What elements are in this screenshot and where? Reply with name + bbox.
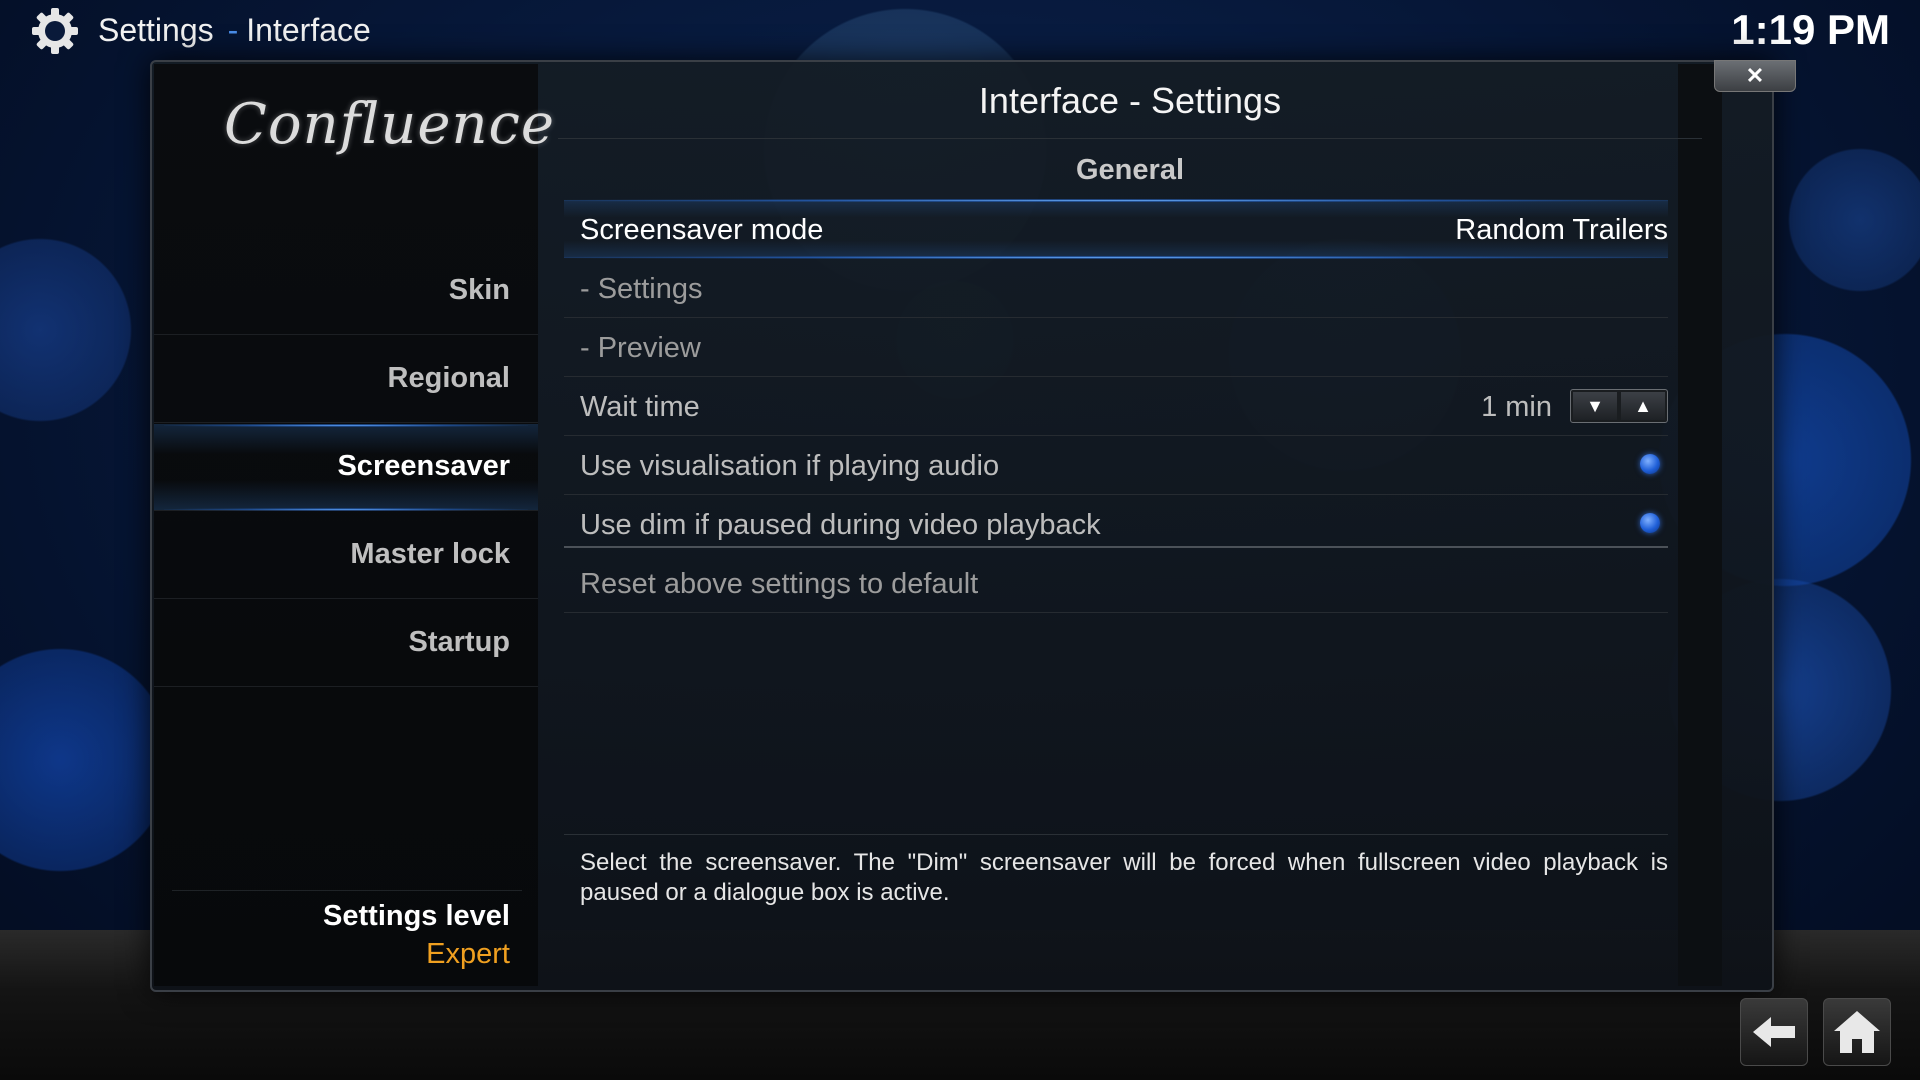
sidebar-item-master-lock[interactable]: Master lock: [154, 512, 538, 599]
setting-description: Select the screensaver. The "Dim" screen…: [580, 849, 1668, 906]
breadcrumb-section: Interface: [246, 12, 371, 48]
divider: [564, 546, 1668, 548]
screensaver-preview-setting[interactable]: - Preview: [564, 318, 1668, 377]
divider: [564, 834, 1668, 835]
sidebar-item-skin[interactable]: Skin: [154, 248, 538, 335]
divider: [172, 890, 522, 891]
wait-time-spinner: ▼ ▲: [1570, 389, 1668, 423]
triangle-down-icon: ▼: [1586, 396, 1604, 416]
clock: 1:19 PM: [1731, 6, 1890, 53]
header-bar: Settings - Interface 1:19 PM: [0, 0, 1920, 60]
setting-label: Use dim if paused during video playback: [580, 509, 1101, 541]
toggle-on-icon[interactable]: [1640, 513, 1660, 533]
toggle-on-icon[interactable]: [1640, 454, 1660, 474]
confluence-logo: Confluence: [224, 92, 556, 157]
sidebar-item-label: Startup: [408, 626, 511, 658]
settings-panel: Interface - Settings ✕ General Screensav…: [538, 60, 1796, 986]
divider: [558, 138, 1702, 139]
use-dim-setting[interactable]: Use dim if paused during video playback: [564, 495, 1668, 553]
reset-defaults-setting[interactable]: Reset above settings to default: [564, 554, 1668, 613]
gear-icon: [32, 8, 78, 54]
wait-time-setting[interactable]: Wait time 1 min ▼ ▲: [564, 377, 1668, 436]
settings-level-value[interactable]: Expert: [426, 938, 510, 971]
setting-label: Wait time: [580, 391, 700, 423]
setting-label: - Settings: [580, 273, 703, 305]
sidebar-item-label: Regional: [387, 362, 510, 394]
breadcrumb-separator: -: [227, 12, 239, 48]
sidebar-item-screensaver[interactable]: Screensaver: [154, 424, 538, 511]
setting-label: Use visualisation if playing audio: [580, 450, 1000, 482]
sidebar-item-startup[interactable]: Startup: [154, 600, 538, 687]
screensaver-mode-setting[interactable]: Screensaver mode Random Trailers: [564, 199, 1668, 259]
dialog-title: Interface - Settings: [978, 80, 1282, 121]
back-button[interactable]: [1740, 998, 1808, 1066]
scrollbar-track[interactable]: [1678, 64, 1722, 986]
close-icon: ✕: [1745, 63, 1765, 88]
sidebar-item-label: Screensaver: [337, 450, 510, 482]
screensaver-settings-setting[interactable]: - Settings: [564, 259, 1668, 318]
setting-value: Random Trailers: [1455, 214, 1668, 246]
category-sidebar: Confluence Skin Regional Screensaver Mas…: [154, 64, 554, 986]
breadcrumb-app: Settings: [98, 12, 214, 48]
setting-value: 1 min: [1481, 391, 1552, 423]
back-arrow-icon: [1753, 1017, 1795, 1047]
breadcrumb: Settings - Interface: [98, 12, 371, 49]
setting-label: Reset above settings to default: [580, 568, 979, 600]
close-button[interactable]: ✕: [1714, 60, 1796, 92]
use-visualisation-setting[interactable]: Use visualisation if playing audio: [564, 436, 1668, 495]
home-button[interactable]: [1823, 998, 1891, 1066]
section-heading: General: [1076, 154, 1184, 186]
home-icon: [1834, 1011, 1880, 1053]
decrease-button[interactable]: ▼: [1573, 392, 1617, 420]
sidebar-item-regional[interactable]: Regional: [154, 336, 538, 423]
setting-label: - Preview: [580, 332, 701, 364]
settings-level-label[interactable]: Settings level: [323, 900, 510, 933]
sidebar-item-label: Skin: [448, 274, 510, 306]
settings-dialog: Confluence Skin Regional Screensaver Mas…: [150, 60, 1796, 992]
triangle-up-icon: ▲: [1634, 396, 1652, 416]
increase-button[interactable]: ▲: [1621, 392, 1665, 420]
sidebar-item-label: Master lock: [350, 538, 510, 570]
setting-label: Screensaver mode: [580, 214, 824, 246]
